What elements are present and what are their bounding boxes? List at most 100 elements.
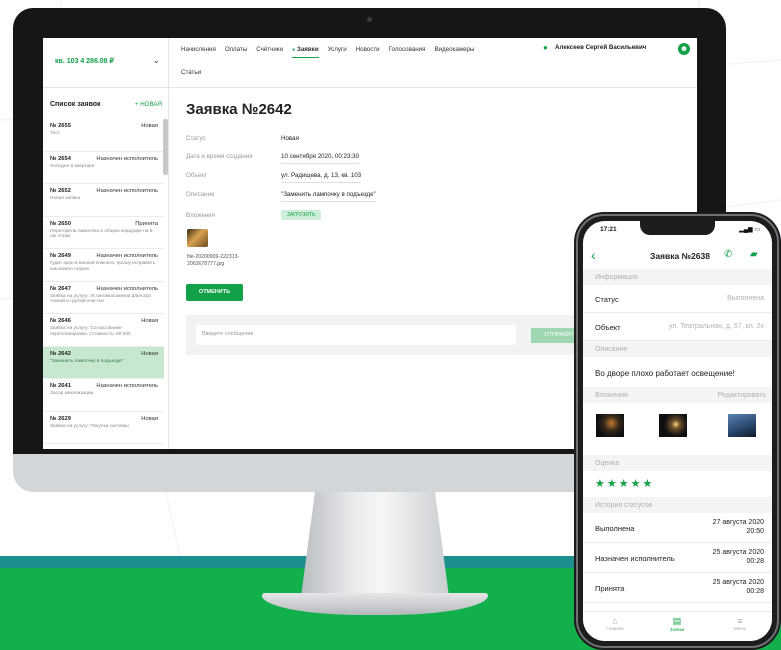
phone-content: Информация Статус Выполнена Объект ул. Т… [583, 269, 772, 603]
phone-call-icon[interactable]: ✆ [724, 249, 732, 260]
history-status: Выполнена [595, 524, 635, 533]
top-header: кв. 103 4 286.08 ₽ ⌄ Начисления Оплаты С… [43, 38, 697, 88]
monitor-stand [300, 492, 450, 604]
history-date: 27 августа 2020 [712, 519, 764, 526]
section-attachments: Вложения Редактировать [583, 387, 772, 403]
nav-item-requests[interactable]: Заявки [291, 46, 319, 58]
account-selector[interactable]: кв. 103 4 286.08 ₽ ⌄ [43, 38, 169, 88]
object-row: Объект ул. Театральная, д. 57, кл. 2х [583, 313, 772, 341]
tab-requests-label: Заявки [669, 627, 685, 632]
nav-item-news[interactable]: Новости [356, 46, 380, 58]
request-desc: Заявка на услугу: Покупка системы [50, 423, 129, 429]
status-row: Статус Выполнена [583, 285, 772, 313]
created-label: Дата и время создания [186, 153, 253, 160]
menu-icon: ≡ [737, 616, 743, 626]
section-description: Описание [583, 341, 772, 357]
section-rating: Оценка [583, 455, 772, 471]
attachment-photo[interactable] [728, 414, 756, 437]
star-rating[interactable]: ★★★★★ [583, 471, 772, 497]
attachment-photo[interactable] [659, 414, 687, 437]
request-status: Назначен исполнитель [96, 285, 158, 292]
status-value: Выполнена [727, 295, 764, 302]
section-info: Информация [583, 269, 772, 285]
back-arrow-icon[interactable]: ‹ [591, 248, 596, 262]
nav-item-services[interactable]: Услуги [328, 46, 347, 58]
history-datetime: 25 августа 2020 00:28 [713, 578, 764, 597]
tab-home[interactable]: ⌂ Главная [595, 616, 635, 631]
history-row: Принята 25 августа 2020 00:28 [583, 573, 772, 603]
edit-button[interactable]: Редактировать [718, 392, 766, 399]
history-datetime: 25 августа 2020 00:28 [713, 548, 764, 567]
description-text: Во дворе плохо работает освещение! [595, 369, 735, 378]
phone-title: Заявка №2638 [650, 251, 710, 261]
list-item[interactable]: № 2650 Принята Перегорела лампочка в общ… [43, 217, 164, 249]
request-status: Назначен исполнитель [96, 253, 158, 259]
notification-bell-icon[interactable]: ● [543, 43, 552, 52]
request-status: Принята [135, 220, 158, 227]
nav-item-articles[interactable]: Статьи [181, 69, 201, 76]
history-row: Выполнена 27 августа 2020 20:50 [583, 513, 772, 543]
list-item[interactable]: № 2649 Назначен исполнитель Гудит кран в… [43, 249, 164, 282]
description-value: "Заменить лампочку в подъезде" [281, 191, 376, 202]
message-input[interactable]: Введите сообщение [196, 325, 516, 345]
tab-menu-label: Меню [733, 626, 747, 631]
request-desc: Новая заявка [50, 196, 81, 201]
request-sidebar: Список заявок + НОВАЯ № 2655 Новая Тест … [43, 89, 169, 449]
history-status: Назначен исполнитель [595, 554, 675, 563]
section-history: История статусов [583, 497, 772, 513]
cancel-request-button[interactable]: ОТМЕНИТЬ [186, 284, 243, 301]
object-label: Объект [595, 323, 621, 332]
phone-screen: 17:21 ▂▄▆ ▭ ‹ Заявка №2638 ✆ ▰ Информаци… [583, 221, 772, 641]
new-request-button[interactable]: + НОВАЯ [135, 101, 162, 108]
list-item[interactable]: № 2647 Назначен исполнитель Заявка на ус… [43, 282, 164, 314]
list-item[interactable]: № 2654 Назначен исполнитель Холодно в кв… [43, 152, 164, 184]
nav-item-meters[interactable]: Счётчики [256, 46, 283, 58]
request-desc: Холодно в квартире [50, 163, 95, 169]
status-time: 17:21 [600, 226, 617, 233]
nav-item-cameras[interactable]: Видеокамеры [434, 46, 474, 58]
upload-button[interactable]: ЗАГРУЗИТЬ [281, 210, 322, 220]
request-list: № 2655 Новая Тест № 2654 Назначен исполн… [43, 119, 164, 444]
request-desc: Тест [50, 131, 60, 136]
bottom-tab-bar: ⌂ Главная ▤ Заявки ≡ Меню [583, 611, 772, 641]
history-status: Принята [595, 584, 625, 593]
sidebar-heading: Список заявок [50, 101, 101, 108]
request-status: Новая [141, 123, 158, 129]
list-item[interactable]: № 2652 Назначен исполнитель Новая заявка [43, 184, 164, 217]
history-row: Назначен исполнитель 25 августа 2020 00:… [583, 543, 772, 573]
request-detail: Заявка №2642 [186, 101, 292, 118]
list-item[interactable]: № 2646 Новая Заявка на услугу: Согласова… [43, 314, 164, 347]
user-name[interactable]: Алексеев Сергей Васильевич [555, 44, 646, 51]
sidebar-scrollbar[interactable] [163, 119, 168, 175]
request-desc: Перегорела лампочка в общем коридоре на … [50, 228, 155, 240]
list-item[interactable]: № 2641 Назначен исполнитель Засор канали… [43, 379, 164, 412]
nav-item-payments[interactable]: Оплаты [225, 46, 247, 58]
signal-battery-icon: ▂▄▆ ▭ [739, 227, 760, 233]
list-item-selected[interactable]: № 2642 Новая "Заменить лампочку в подъез… [43, 346, 164, 379]
object-value: ул. Радищева, д. 13, кв. 103 [281, 172, 362, 183]
tab-menu[interactable]: ≡ Меню [720, 616, 760, 631]
attachment-thumbnail[interactable] [187, 229, 208, 247]
home-icon: ⌂ [612, 616, 618, 626]
chevron-down-icon[interactable]: ⌄ [152, 55, 160, 66]
user-avatar-icon[interactable]: ☻ [678, 43, 690, 55]
camera-icon [367, 17, 372, 22]
phone-notch [640, 221, 715, 235]
tab-requests[interactable]: ▤ Заявки [657, 616, 697, 632]
request-desc: Заявка на услугу: Согласование переплани… [50, 326, 131, 337]
list-item[interactable]: № 2629 Новая Заявка на услугу: Покупка с… [43, 412, 164, 444]
created-value: 10 сентября 2020, 00:23:30 [281, 153, 360, 164]
object-label: Объект [186, 172, 208, 179]
request-status: Назначен исполнитель [96, 155, 158, 162]
request-status: Новая [141, 415, 158, 422]
list-item[interactable]: № 2655 Новая Тест [43, 119, 164, 152]
status-label: Статус [595, 295, 619, 304]
history-time: 00:28 [746, 588, 764, 596]
attachment-photo[interactable] [596, 414, 624, 437]
page-title: Заявка №2642 [186, 101, 292, 118]
attachment-filename[interactable]: file-20200909-222313-2063678777.jpg [187, 254, 267, 268]
nav-item-voting[interactable]: Голосования [389, 46, 426, 58]
nav-item-accruals[interactable]: Начисления [181, 46, 216, 58]
status-label: Статус [186, 135, 206, 142]
chat-icon[interactable]: ▰ [750, 249, 758, 260]
